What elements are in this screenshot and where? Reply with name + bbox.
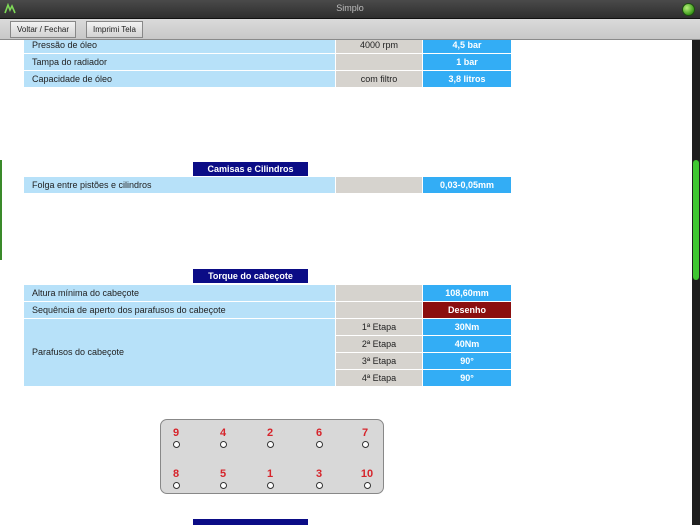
bolt-number: 7	[361, 427, 369, 439]
bolt-hole-icon	[219, 482, 227, 489]
bolt-marker: 9	[161, 428, 191, 448]
window-title: Simplo	[336, 3, 364, 13]
stage-row-2: 2ª Etapa 40Nm	[24, 336, 511, 352]
spec-value: 1 bar	[423, 54, 511, 70]
bolt-number: 4	[219, 427, 227, 439]
scrollbar-thumb[interactable]	[693, 160, 699, 280]
bolt-hole-icon	[266, 441, 274, 448]
stage-label: 2ª Etapa	[336, 336, 422, 352]
spec-value: 0,03-0,05mm	[423, 177, 511, 193]
stage-value: 90°	[423, 353, 511, 369]
spec-condition	[336, 177, 422, 193]
bolt-number: 9	[172, 427, 180, 439]
bolt-hole-icon	[363, 482, 371, 489]
stage-value: 90°	[423, 370, 511, 386]
bolt-marker: 2	[255, 428, 285, 448]
spec-value: 3,8 litros	[423, 71, 511, 87]
bolt-hole-icon	[315, 441, 323, 448]
bolt-number: 1	[266, 468, 274, 480]
bolt-hole-icon	[219, 441, 227, 448]
title-bar: Simplo	[0, 0, 700, 19]
toolbar: Voltar / Fechar Imprimi Tela	[0, 19, 700, 40]
window-close-button[interactable]	[682, 3, 695, 16]
section-title-next-partial	[193, 519, 308, 525]
section-title-liners: Camisas e Cilindros	[193, 162, 308, 176]
spec-label: Sequência de aperto dos parafusos do cab…	[24, 302, 335, 318]
print-screen-button[interactable]: Imprimi Tela	[86, 21, 143, 38]
spec-condition	[336, 54, 422, 70]
spec-row-oil-capacity: Capacidade de óleo com filtro 3,8 litros	[24, 71, 511, 87]
spec-label: Folga entre pistões e cilindros	[24, 177, 335, 193]
spec-label: Pressão de óleo	[24, 40, 335, 53]
section-title-head-torque: Torque do cabeçote	[193, 269, 308, 283]
bolt-number: 6	[315, 427, 323, 439]
bolt-number: 10	[360, 468, 374, 480]
bolt-hole-icon	[172, 441, 180, 448]
bolt-marker: 8	[161, 469, 191, 489]
spec-label: Tampa do radiador	[24, 54, 335, 70]
spec-condition: 4000 rpm	[336, 40, 422, 53]
stage-value: 30Nm	[423, 319, 511, 335]
spec-label: Capacidade de óleo	[24, 71, 335, 87]
spec-row-oil-pressure: Pressão de óleo 4000 rpm 4,5 bar	[24, 40, 511, 53]
back-close-button[interactable]: Voltar / Fechar	[10, 21, 77, 38]
bolt-hole-icon	[315, 482, 323, 489]
spec-row-piston-clearance: Folga entre pistões e cilindros 0,03-0,0…	[24, 177, 511, 193]
stage-row-3: 3ª Etapa 90°	[24, 353, 511, 369]
spec-condition: com filtro	[336, 71, 422, 87]
spec-row-tightening-sequence: Sequência de aperto dos parafusos do cab…	[24, 302, 511, 318]
bolt-marker: 6	[304, 428, 334, 448]
spec-label: Altura mínima do cabeçote	[24, 285, 335, 301]
bolt-number: 8	[172, 468, 180, 480]
left-edge-marker	[0, 160, 2, 260]
bolt-number: 5	[219, 468, 227, 480]
bolt-number: 2	[266, 427, 274, 439]
bolt-marker: 3	[304, 469, 334, 489]
content-area[interactable]: Pressão de óleo 4000 rpm 4,5 bar Tampa d…	[0, 40, 700, 525]
bolt-marker: 4	[208, 428, 238, 448]
stage-value: 40Nm	[423, 336, 511, 352]
bolt-marker: 10	[352, 469, 382, 489]
bolt-number: 3	[315, 468, 323, 480]
spec-value: 108,60mm	[423, 285, 511, 301]
spec-row-min-head-height: Altura mínima do cabeçote 108,60mm	[24, 285, 511, 301]
spec-condition	[336, 302, 422, 318]
stage-label: 3ª Etapa	[336, 353, 422, 369]
spec-value: 4,5 bar	[423, 40, 511, 53]
stage-row-4: 4ª Etapa 90°	[24, 370, 511, 386]
stage-label: 1ª Etapa	[336, 319, 422, 335]
vertical-scrollbar[interactable]	[692, 40, 700, 525]
stage-row-1: 1ª Etapa 30Nm	[24, 319, 511, 335]
spec-row-radiator-cap: Tampa do radiador 1 bar	[24, 54, 511, 70]
spec-condition	[336, 285, 422, 301]
bolt-marker: 5	[208, 469, 238, 489]
stage-label: 4ª Etapa	[336, 370, 422, 386]
bolt-marker: 7	[350, 428, 380, 448]
bolt-hole-icon	[361, 441, 369, 448]
drawing-link[interactable]: Desenho	[423, 302, 511, 318]
bolt-marker: 1	[255, 469, 285, 489]
head-bolt-sequence-diagram: 9 4 2 6 7 8 5 1 3 10	[160, 419, 384, 494]
bolt-hole-icon	[172, 482, 180, 489]
bolt-hole-icon	[266, 482, 274, 489]
